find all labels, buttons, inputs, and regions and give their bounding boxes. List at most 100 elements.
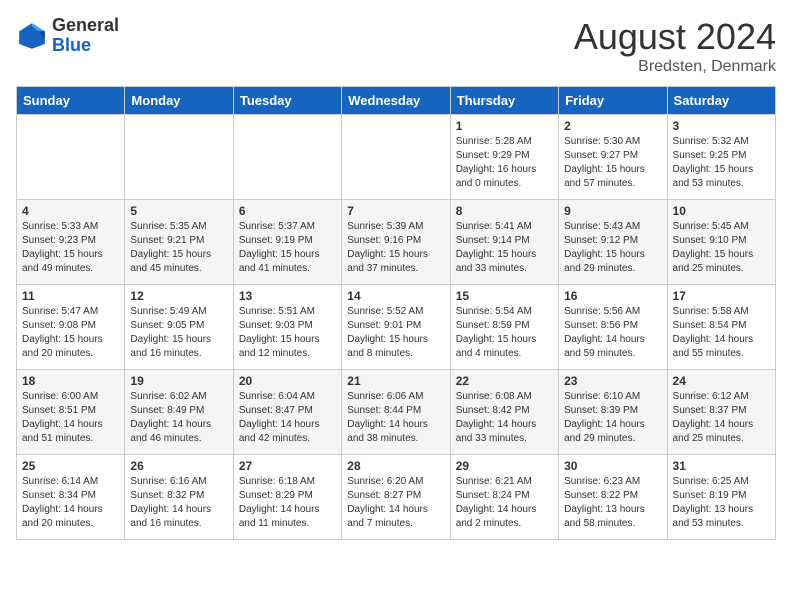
calendar-header-row: SundayMondayTuesdayWednesdayThursdayFrid… bbox=[17, 87, 776, 115]
day-info: Sunrise: 5:39 AM Sunset: 9:16 PM Dayligh… bbox=[347, 220, 444, 276]
day-info: Sunrise: 5:35 AM Sunset: 9:21 PM Dayligh… bbox=[130, 220, 227, 276]
calendar-cell: 9 Sunrise: 5:43 AM Sunset: 9:12 PM Daylig… bbox=[559, 200, 667, 285]
calendar-cell: 13 Sunrise: 5:51 AM Sunset: 9:03 PM Dayli… bbox=[233, 285, 341, 370]
day-info: Sunrise: 6:21 AM Sunset: 8:24 PM Dayligh… bbox=[456, 475, 553, 531]
calendar-cell: 8Sunrise: 5:41 AM Sunset: 9:14 PM Daylig… bbox=[450, 200, 558, 285]
day-number: 17 bbox=[673, 289, 770, 303]
day-number: 28 bbox=[347, 459, 444, 473]
logo: General Blue bbox=[16, 16, 119, 56]
day-info: Sunrise: 6:16 AM Sunset: 8:32 PM Dayligh… bbox=[130, 475, 227, 531]
day-info: Sunrise: 5:37 AM Sunset: 9:19 PM Dayligh… bbox=[239, 220, 336, 276]
calendar-cell: 6 Sunrise: 5:37 AM Sunset: 9:19 PM Daylig… bbox=[233, 200, 341, 285]
logo-text: General Blue bbox=[52, 16, 119, 56]
day-info: Sunrise: 5:54 AM Sunset: 8:59 PM Dayligh… bbox=[456, 305, 553, 361]
calendar-cell: 19Sunrise: 6:02 AM Sunset: 8:49 PM Dayli… bbox=[125, 370, 233, 455]
calendar-cell: 12Sunrise: 5:49 AM Sunset: 9:05 PM Dayli… bbox=[125, 285, 233, 370]
calendar-cell: 24 Sunrise: 6:12 AM Sunset: 8:37 PM Dayli… bbox=[667, 370, 775, 455]
day-info: Sunrise: 6:12 AM Sunset: 8:37 PM Dayligh… bbox=[673, 390, 770, 446]
day-info: Sunrise: 5:58 AM Sunset: 8:54 PM Dayligh… bbox=[673, 305, 770, 361]
day-info: Sunrise: 6:23 AM Sunset: 8:22 PM Dayligh… bbox=[564, 475, 661, 531]
calendar-week-row: 18 Sunrise: 6:00 AM Sunset: 8:51 PM Dayli… bbox=[17, 370, 776, 455]
location: Bredsten, Denmark bbox=[574, 58, 776, 76]
day-of-week-header: Saturday bbox=[667, 87, 775, 115]
day-number: 6 bbox=[239, 204, 336, 218]
day-number: 23 bbox=[564, 374, 661, 388]
calendar-cell: 1Sunrise: 5:28 AM Sunset: 9:29 PM Daylig… bbox=[450, 115, 558, 200]
calendar-cell: 30 Sunrise: 6:23 AM Sunset: 8:22 PM Dayli… bbox=[559, 455, 667, 540]
day-number: 20 bbox=[239, 374, 336, 388]
calendar-week-row: 4Sunrise: 5:33 AM Sunset: 9:23 PM Daylig… bbox=[17, 200, 776, 285]
day-number: 29 bbox=[456, 459, 553, 473]
calendar-cell: 23Sunrise: 6:10 AM Sunset: 8:39 PM Dayli… bbox=[559, 370, 667, 455]
day-number: 27 bbox=[239, 459, 336, 473]
calendar-cell bbox=[342, 115, 450, 200]
calendar-cell: 16Sunrise: 5:56 AM Sunset: 8:56 PM Dayli… bbox=[559, 285, 667, 370]
calendar-cell: 10 Sunrise: 5:45 AM Sunset: 9:10 PM Dayli… bbox=[667, 200, 775, 285]
calendar-cell: 26Sunrise: 6:16 AM Sunset: 8:32 PM Dayli… bbox=[125, 455, 233, 540]
title-block: August 2024 Bredsten, Denmark bbox=[574, 16, 776, 76]
day-number: 4 bbox=[22, 204, 119, 218]
calendar-table: SundayMondayTuesdayWednesdayThursdayFrid… bbox=[16, 86, 776, 540]
day-number: 18 bbox=[22, 374, 119, 388]
day-info: Sunrise: 6:20 AM Sunset: 8:27 PM Dayligh… bbox=[347, 475, 444, 531]
calendar-cell: 7Sunrise: 5:39 AM Sunset: 9:16 PM Daylig… bbox=[342, 200, 450, 285]
day-info: Sunrise: 6:06 AM Sunset: 8:44 PM Dayligh… bbox=[347, 390, 444, 446]
day-number: 11 bbox=[22, 289, 119, 303]
month-year: August 2024 bbox=[574, 16, 776, 58]
day-info: Sunrise: 6:14 AM Sunset: 8:34 PM Dayligh… bbox=[22, 475, 119, 531]
day-of-week-header: Wednesday bbox=[342, 87, 450, 115]
day-number: 2 bbox=[564, 119, 661, 133]
day-number: 16 bbox=[564, 289, 661, 303]
calendar-cell bbox=[125, 115, 233, 200]
calendar-week-row: 1Sunrise: 5:28 AM Sunset: 9:29 PM Daylig… bbox=[17, 115, 776, 200]
day-info: Sunrise: 5:45 AM Sunset: 9:10 PM Dayligh… bbox=[673, 220, 770, 276]
day-number: 3 bbox=[673, 119, 770, 133]
calendar-cell: 17 Sunrise: 5:58 AM Sunset: 8:54 PM Dayli… bbox=[667, 285, 775, 370]
calendar-cell: 11 Sunrise: 5:47 AM Sunset: 9:08 PM Dayli… bbox=[17, 285, 125, 370]
calendar-week-row: 25 Sunrise: 6:14 AM Sunset: 8:34 PM Dayli… bbox=[17, 455, 776, 540]
day-of-week-header: Monday bbox=[125, 87, 233, 115]
day-info: Sunrise: 5:41 AM Sunset: 9:14 PM Dayligh… bbox=[456, 220, 553, 276]
page-header: General Blue August 2024 Bredsten, Denma… bbox=[16, 16, 776, 76]
day-info: Sunrise: 5:32 AM Sunset: 9:25 PM Dayligh… bbox=[673, 135, 770, 191]
day-of-week-header: Tuesday bbox=[233, 87, 341, 115]
day-number: 1 bbox=[456, 119, 553, 133]
day-of-week-header: Friday bbox=[559, 87, 667, 115]
day-number: 14 bbox=[347, 289, 444, 303]
calendar-cell: 27Sunrise: 6:18 AM Sunset: 8:29 PM Dayli… bbox=[233, 455, 341, 540]
day-number: 12 bbox=[130, 289, 227, 303]
day-info: Sunrise: 6:00 AM Sunset: 8:51 PM Dayligh… bbox=[22, 390, 119, 446]
day-info: Sunrise: 5:51 AM Sunset: 9:03 PM Dayligh… bbox=[239, 305, 336, 361]
day-info: Sunrise: 5:43 AM Sunset: 9:12 PM Dayligh… bbox=[564, 220, 661, 276]
day-number: 13 bbox=[239, 289, 336, 303]
day-number: 15 bbox=[456, 289, 553, 303]
day-number: 22 bbox=[456, 374, 553, 388]
calendar-cell: 2 Sunrise: 5:30 AM Sunset: 9:27 PM Daylig… bbox=[559, 115, 667, 200]
day-info: Sunrise: 5:52 AM Sunset: 9:01 PM Dayligh… bbox=[347, 305, 444, 361]
logo-icon bbox=[16, 20, 48, 52]
calendar-cell: 5 Sunrise: 5:35 AM Sunset: 9:21 PM Daylig… bbox=[125, 200, 233, 285]
day-info: Sunrise: 5:47 AM Sunset: 9:08 PM Dayligh… bbox=[22, 305, 119, 361]
day-number: 10 bbox=[673, 204, 770, 218]
day-info: Sunrise: 5:30 AM Sunset: 9:27 PM Dayligh… bbox=[564, 135, 661, 191]
day-number: 5 bbox=[130, 204, 227, 218]
calendar-cell: 14 Sunrise: 5:52 AM Sunset: 9:01 PM Dayli… bbox=[342, 285, 450, 370]
day-info: Sunrise: 6:04 AM Sunset: 8:47 PM Dayligh… bbox=[239, 390, 336, 446]
day-number: 9 bbox=[564, 204, 661, 218]
calendar-week-row: 11 Sunrise: 5:47 AM Sunset: 9:08 PM Dayli… bbox=[17, 285, 776, 370]
logo-blue: Blue bbox=[52, 36, 119, 56]
calendar-cell: 20 Sunrise: 6:04 AM Sunset: 8:47 PM Dayli… bbox=[233, 370, 341, 455]
calendar-cell: 15 Sunrise: 5:54 AM Sunset: 8:59 PM Dayli… bbox=[450, 285, 558, 370]
calendar-cell: 4Sunrise: 5:33 AM Sunset: 9:23 PM Daylig… bbox=[17, 200, 125, 285]
day-of-week-header: Thursday bbox=[450, 87, 558, 115]
day-number: 21 bbox=[347, 374, 444, 388]
day-number: 31 bbox=[673, 459, 770, 473]
day-number: 30 bbox=[564, 459, 661, 473]
calendar-cell: 28 Sunrise: 6:20 AM Sunset: 8:27 PM Dayli… bbox=[342, 455, 450, 540]
day-number: 24 bbox=[673, 374, 770, 388]
day-info: Sunrise: 6:25 AM Sunset: 8:19 PM Dayligh… bbox=[673, 475, 770, 531]
day-info: Sunrise: 6:08 AM Sunset: 8:42 PM Dayligh… bbox=[456, 390, 553, 446]
day-number: 25 bbox=[22, 459, 119, 473]
calendar-cell bbox=[17, 115, 125, 200]
calendar-cell: 18 Sunrise: 6:00 AM Sunset: 8:51 PM Dayli… bbox=[17, 370, 125, 455]
